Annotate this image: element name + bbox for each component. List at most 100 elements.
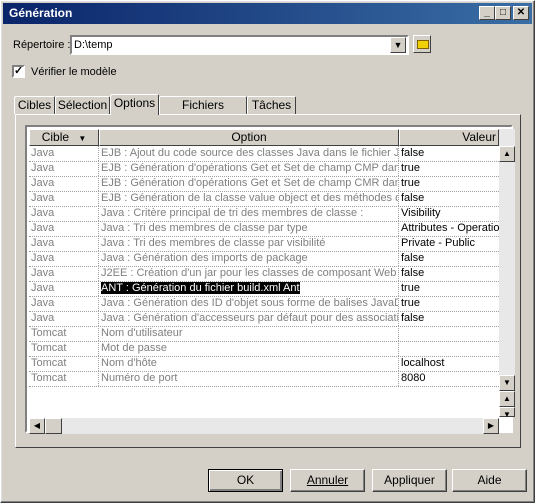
cell-option[interactable]: Java : Génération des ID d'objet sous fo… bbox=[99, 296, 399, 311]
cell-cible[interactable]: Java bbox=[29, 221, 99, 236]
cell-valeur-text: false bbox=[401, 312, 425, 324]
cell-option[interactable]: Nom d'hôte bbox=[99, 356, 399, 371]
tab-tasks[interactable]: Tâches bbox=[247, 96, 296, 114]
cell-valeur[interactable]: Attributes - Operations bbox=[399, 221, 499, 236]
table-row[interactable]: Java ANT : Génération du fichier build.xm… bbox=[29, 281, 499, 297]
table-row[interactable]: Tomcat Mot de passe bbox=[29, 341, 499, 357]
cell-option[interactable]: Java : Génération d'accesseurs par défau… bbox=[99, 311, 399, 326]
table-row[interactable]: Java Java : Génération des imports de pac… bbox=[29, 251, 499, 267]
cell-valeur[interactable]: 8080 bbox=[399, 371, 499, 386]
cell-valeur[interactable]: false bbox=[399, 146, 499, 161]
cell-option[interactable]: Nom d'utilisateur bbox=[99, 326, 399, 341]
ok-button[interactable]: OK bbox=[208, 469, 283, 492]
scroll-up-small-icon[interactable]: ▲ bbox=[499, 391, 515, 407]
cell-valeur-text: true bbox=[401, 177, 420, 189]
table-row[interactable]: Java J2EE : Création d'un jar pour les cl… bbox=[29, 266, 499, 282]
cell-cible[interactable]: Java bbox=[29, 176, 99, 191]
cell-option[interactable]: Java : Génération des imports de package bbox=[99, 251, 399, 266]
table-row[interactable]: Java Java : Critère principal de tri des … bbox=[29, 206, 499, 222]
cell-cible[interactable]: Java bbox=[29, 161, 99, 176]
cell-valeur[interactable] bbox=[399, 341, 499, 356]
tab-options[interactable]: Options bbox=[110, 94, 159, 115]
scroll-left-icon[interactable]: ◀ bbox=[29, 418, 45, 434]
table-row[interactable]: Tomcat Nom d'hôte localhost bbox=[29, 356, 499, 372]
cell-valeur[interactable]: true bbox=[399, 281, 499, 296]
cell-option[interactable]: J2EE : Création d'un jar pour les classe… bbox=[99, 266, 399, 281]
cell-cible[interactable]: Java bbox=[29, 311, 99, 326]
maximize-button[interactable]: □ bbox=[495, 6, 511, 20]
header-cible-label: Cible bbox=[41, 130, 70, 144]
cell-option-text: Mot de passe bbox=[101, 342, 168, 354]
cell-option[interactable]: EJB : Génération de la classe value obje… bbox=[99, 191, 399, 206]
table-row[interactable]: Java EJB : Génération d'opérations Get et… bbox=[29, 176, 499, 192]
chevron-down-icon[interactable]: ▼ bbox=[390, 37, 406, 53]
cell-cible[interactable]: Java bbox=[29, 266, 99, 281]
cell-cible[interactable]: Java bbox=[29, 251, 99, 266]
cell-cible[interactable]: Tomcat bbox=[29, 356, 99, 371]
cell-option[interactable]: EJB : Ajout du code source des classes J… bbox=[99, 146, 399, 161]
cell-option-text: Java : Génération d'accesseurs par défau… bbox=[101, 312, 399, 324]
minimize-button[interactable]: _ bbox=[479, 6, 495, 20]
cell-valeur[interactable]: false bbox=[399, 311, 499, 326]
cell-cible[interactable]: Java bbox=[29, 146, 99, 161]
table-row[interactable]: Java Java : Génération d'accesseurs par d… bbox=[29, 311, 499, 327]
cell-valeur[interactable]: true bbox=[399, 161, 499, 176]
close-button[interactable]: ✕ bbox=[513, 6, 529, 20]
apply-button[interactable]: Appliquer bbox=[372, 469, 447, 492]
cell-valeur[interactable]: false bbox=[399, 191, 499, 206]
cell-cible[interactable]: Java bbox=[29, 191, 99, 206]
cell-option[interactable]: ANT : Génération du fichier build.xml An… bbox=[99, 281, 399, 296]
cell-option[interactable]: Java : Tri des membres de classe par vis… bbox=[99, 236, 399, 251]
table-row[interactable]: Java EJB : Génération d'opérations Get et… bbox=[29, 161, 499, 177]
tab-cibles[interactable]: Cibles bbox=[14, 96, 55, 114]
scroll-right-icon[interactable]: ▶ bbox=[483, 418, 499, 434]
tab-selection[interactable]: Sélection bbox=[55, 96, 110, 114]
directory-combo[interactable]: D:\temp ▼ bbox=[70, 35, 409, 55]
table-row[interactable]: Tomcat Numéro de port 8080 bbox=[29, 371, 499, 387]
cell-cible[interactable]: Tomcat bbox=[29, 326, 99, 341]
table-row[interactable]: Java EJB : Génération de la classe value … bbox=[29, 191, 499, 207]
table-row[interactable]: Tomcat Nom d'utilisateur bbox=[29, 326, 499, 342]
horizontal-thumb[interactable] bbox=[45, 418, 62, 434]
header-cible[interactable]: Cible ▼ bbox=[29, 129, 99, 146]
header-valeur[interactable]: Valeur bbox=[399, 129, 499, 146]
header-option[interactable]: Option bbox=[99, 129, 399, 146]
cell-option[interactable]: Mot de passe bbox=[99, 341, 399, 356]
vertical-scrollbar[interactable]: ▲ ▼ ▲ ▼ bbox=[499, 129, 515, 419]
cell-valeur[interactable]: Visibility bbox=[399, 206, 499, 221]
cell-valeur[interactable]: true bbox=[399, 176, 499, 191]
cell-valeur-text: localhost bbox=[401, 357, 445, 369]
cell-valeur-text: true bbox=[401, 297, 420, 309]
cell-cible-text: Java bbox=[31, 297, 55, 309]
cell-cible[interactable]: Tomcat bbox=[29, 371, 99, 386]
table-row[interactable]: Java Java : Tri des membres de classe par… bbox=[29, 236, 499, 252]
horizontal-scrollbar[interactable]: ◀ ▶ bbox=[29, 418, 499, 434]
cell-valeur[interactable] bbox=[399, 326, 499, 341]
scroll-down-icon[interactable]: ▼ bbox=[499, 375, 515, 391]
cell-cible[interactable]: Java bbox=[29, 236, 99, 251]
cell-option[interactable]: EJB : Génération d'opérations Get et Set… bbox=[99, 161, 399, 176]
cell-cible[interactable]: Java bbox=[29, 281, 99, 296]
cell-cible[interactable]: Tomcat bbox=[29, 341, 99, 356]
tab-generated-files[interactable]: Fichiers générés bbox=[159, 96, 247, 129]
cell-option[interactable]: Numéro de port bbox=[99, 371, 399, 386]
cell-option[interactable]: Java : Critère principal de tri des memb… bbox=[99, 206, 399, 221]
help-button[interactable]: Aide bbox=[452, 469, 527, 492]
cell-valeur[interactable]: false bbox=[399, 266, 499, 281]
cell-cible[interactable]: Java bbox=[29, 296, 99, 311]
cancel-button[interactable]: Annuler bbox=[290, 469, 365, 492]
table-row[interactable]: Java Java : Tri des membres de classe par… bbox=[29, 221, 499, 237]
cell-option[interactable]: Java : Tri des membres de classe par typ… bbox=[99, 221, 399, 236]
scroll-down-small-icon[interactable]: ▼ bbox=[499, 407, 515, 419]
cell-valeur[interactable]: localhost bbox=[399, 356, 499, 371]
cell-option[interactable]: EJB : Génération d'opérations Get et Set… bbox=[99, 176, 399, 191]
scroll-up-icon[interactable]: ▲ bbox=[499, 146, 515, 162]
table-row[interactable]: Java Java : Génération des ID d'objet sou… bbox=[29, 296, 499, 312]
verify-model-checkbox[interactable]: ✓ bbox=[12, 65, 25, 78]
cell-valeur[interactable]: false bbox=[399, 251, 499, 266]
browse-folder-button[interactable] bbox=[413, 35, 431, 53]
table-row[interactable]: Java EJB : Ajout du code source des class… bbox=[29, 146, 499, 162]
cell-valeur[interactable]: true bbox=[399, 296, 499, 311]
cell-valeur[interactable]: Private - Public bbox=[399, 236, 499, 251]
cell-cible[interactable]: Java bbox=[29, 206, 99, 221]
